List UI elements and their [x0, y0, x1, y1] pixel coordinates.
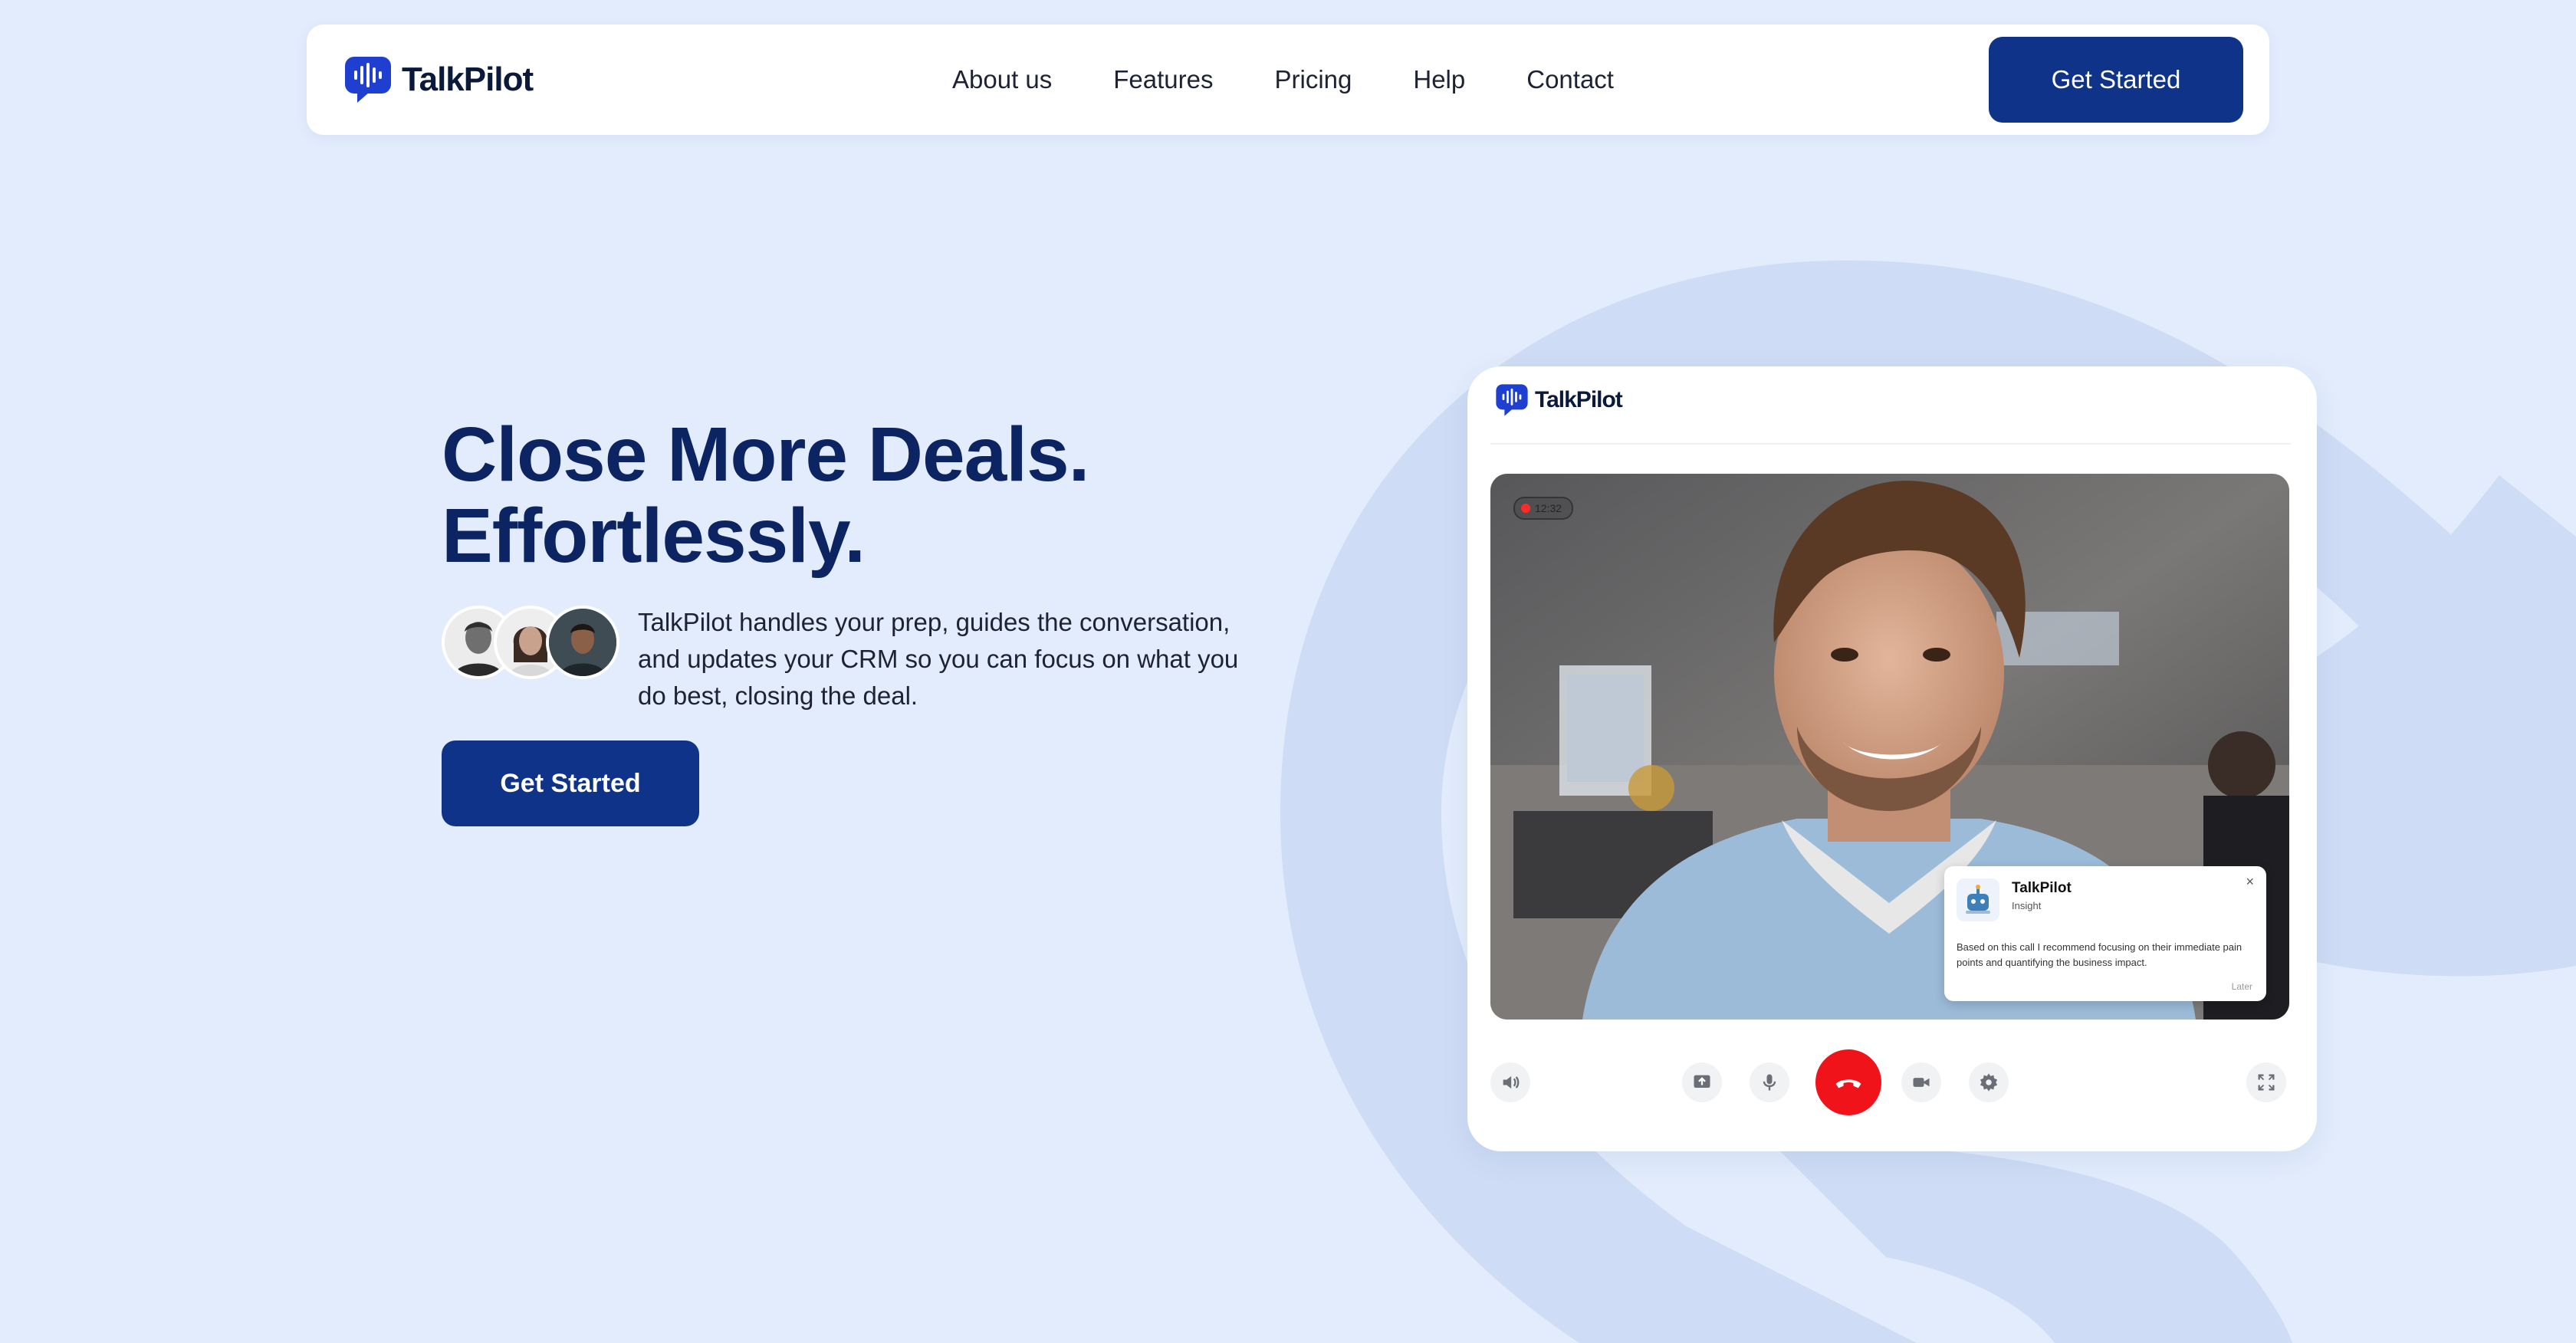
nav-link-pricing[interactable]: Pricing — [1275, 65, 1352, 94]
nav-link-contact[interactable]: Contact — [1526, 65, 1614, 94]
nav-links: About us Features Pricing Help Contact — [952, 25, 1614, 135]
customer-avatars — [442, 606, 619, 679]
mockup-brand-logo: TalkPilot — [1495, 377, 1623, 423]
speech-bubble-waveform-icon — [1496, 384, 1528, 416]
hero-get-started-button[interactable]: Get Started — [442, 740, 699, 826]
video-feed: 12:32 TalkPilot Insight × Based on this … — [1490, 474, 2289, 1020]
hero-description: TalkPilot handles your prep, guides the … — [638, 608, 1239, 710]
nav-link-about-us[interactable]: About us — [952, 65, 1052, 94]
nav-link-features[interactable]: Features — [1113, 65, 1213, 94]
insight-title: TalkPilot — [2012, 880, 2072, 896]
speech-bubble-waveform-icon — [345, 57, 391, 103]
divider — [1490, 443, 2291, 445]
insight-body: Based on this call I recommend focusing … — [1957, 941, 2242, 968]
brand-logo[interactable]: TalkPilot — [343, 54, 534, 106]
top-navigation-bar: TalkPilot About us Features Pricing Help… — [307, 25, 2269, 135]
insight-later-button[interactable]: Later — [2232, 981, 2252, 992]
robot-icon — [1957, 878, 1999, 921]
end-call-icon[interactable] — [1815, 1049, 1881, 1115]
mockup-brand-name: TalkPilot — [1535, 387, 1623, 412]
person-photo-icon — [549, 609, 616, 676]
avatar — [546, 606, 619, 679]
recording-time: 12:32 — [1535, 502, 1562, 514]
settings-icon[interactable] — [1969, 1062, 2009, 1102]
recording-badge: 12:32 — [1513, 497, 1573, 520]
fullscreen-icon[interactable] — [2246, 1062, 2286, 1102]
recording-dot-icon — [1521, 504, 1530, 513]
share-screen-icon[interactable] — [1682, 1062, 1722, 1102]
microphone-icon[interactable] — [1750, 1062, 1789, 1102]
nav-link-help[interactable]: Help — [1413, 65, 1465, 94]
close-icon[interactable]: × — [2246, 874, 2254, 890]
hero-title: Close More Deals. Effortlessly. — [442, 414, 1089, 576]
camera-icon[interactable] — [1901, 1062, 1941, 1102]
volume-icon[interactable] — [1490, 1062, 1530, 1102]
brand-name: TalkPilot — [402, 61, 534, 98]
insight-subtitle: Insight — [2012, 900, 2042, 911]
nav-get-started-button[interactable]: Get Started — [1989, 37, 2243, 123]
hero-title-line-2: Effortlessly. — [442, 493, 866, 579]
insight-notification: TalkPilot Insight × Based on this call I… — [1944, 866, 2266, 1001]
hero-title-line-1: Close More Deals. — [442, 412, 1089, 497]
video-call-mockup: TalkPilot 12:32 TalkPilot Insight × Base… — [1467, 366, 2317, 1151]
